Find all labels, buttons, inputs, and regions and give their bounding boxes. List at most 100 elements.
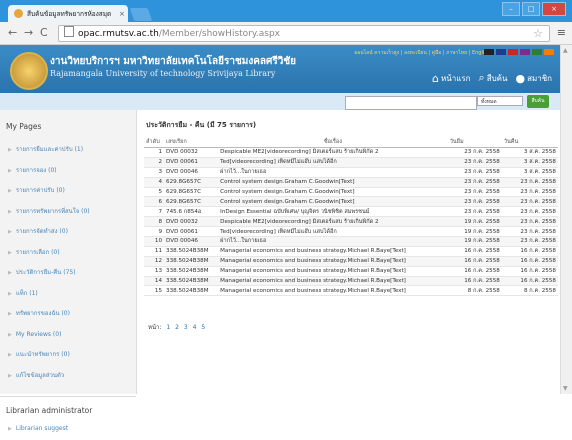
page-scrollbar[interactable]: ▲ ▼ <box>560 45 572 394</box>
sidebar-item-selected[interactable]: ▶ รายการเลือก (0) <box>0 243 136 264</box>
item-title: Control system design.Graham C.Goodwin[T… <box>218 196 448 208</box>
scroll-up-icon[interactable]: ▲ <box>563 47 568 54</box>
row-number: 9 <box>144 226 165 238</box>
page-link[interactable]: 5 <box>201 324 205 331</box>
table-row: 5 629.8G657C Control system design.Graham … <box>144 187 558 198</box>
new-tab-button[interactable] <box>129 8 153 21</box>
item-title: InDesign Essential ฉบับพิเศษ/ บุญจิตร วน… <box>218 206 448 218</box>
page-link[interactable]: 3 <box>184 324 188 331</box>
sidebar-heading-admin: Librarian administrator <box>0 396 136 419</box>
sidebar-item-reviews[interactable]: ▶ My Reviews (0) <box>0 325 136 346</box>
item-title: Control system design.Graham C.Goodwin[T… <box>218 187 448 198</box>
nav-search[interactable]: สืบค้น <box>487 72 508 85</box>
header-top-links[interactable]: ออนไลน์ ความเร็วสูง | ลงทะเบียน | คู่มือ… <box>354 49 490 57</box>
sidebar-item-label: แท็ก (1) <box>15 289 38 297</box>
site-header: งานวิทยบริการฯ มหาวิทยาลัยเทคโนโลยีราชมง… <box>0 45 560 93</box>
table-row: 12 338.5024B38M Managerial economics and b… <box>144 256 558 267</box>
item-title: Despicable ME2[videorecording] มิสเตอร์แ… <box>218 147 448 158</box>
row-number: 1 <box>144 147 165 158</box>
sidebar-item-my-resources[interactable]: ▶ ทรัพยากรของฉัน (0) <box>0 304 136 325</box>
call-number: DVD 00061 <box>164 157 219 168</box>
tab-close-icon[interactable]: × <box>119 10 125 18</box>
search-bar: ทั้งหมด สืบค้น <box>0 93 560 110</box>
sidebar-item-holds[interactable]: ▶ รายการจอง (0) <box>0 161 136 182</box>
chevron-right-icon: ▶ <box>8 147 12 153</box>
sidebar-item-orders[interactable]: ▶ รายการจัดทำส่ง (0) <box>0 222 136 243</box>
close-window-button[interactable]: × <box>542 2 566 16</box>
borrow-date: 16 ก.ค. 2558 <box>447 266 502 277</box>
table-row: 11 338.5024B38M Managerial economics and b… <box>144 246 558 257</box>
maximize-button[interactable]: □ <box>522 2 540 16</box>
chevron-right-icon: ▶ <box>8 270 12 276</box>
borrow-date: 23 ก.ค. 2558 <box>447 167 502 178</box>
return-date: 16 ก.ค. 2558 <box>501 266 558 277</box>
sidebar-item-profile[interactable]: ▶ แก้ไขข้อมูลส่วนตัว <box>0 366 136 387</box>
item-title: Ted[videorecording] เท็ดหมีไม่แอ๊บ แสบได… <box>218 157 448 168</box>
browser-toolbar: ← → C opac.rmutsv.ac.th/Member/showHisto… <box>0 22 572 45</box>
return-date: 8 ก.ค. 2558 <box>501 285 558 297</box>
row-number: 12 <box>144 256 165 267</box>
sidebar: My Pages ▶ รายการยืมและค่าปรับ (1) ▶ รายกา… <box>0 110 137 432</box>
sidebar-item-loans[interactable]: ▶ รายการยืมและค่าปรับ (1) <box>0 140 136 161</box>
sidebar-item-history[interactable]: ▶ ประวัติการยืม-คืน (75) <box>0 263 136 284</box>
search-type-select[interactable]: ทั้งหมด <box>477 96 523 106</box>
university-logo <box>10 52 48 90</box>
page-link[interactable]: 1 <box>166 324 170 331</box>
search-icon[interactable]: ⌕ <box>479 71 485 85</box>
sidebar-item-label: รายการจัดทำส่ง (0) <box>15 228 68 235</box>
table-row: 14 338.5024B38M Managerial economics and b… <box>144 276 558 287</box>
page-link[interactable]: 4 <box>193 324 197 331</box>
header-title-thai: งานวิทยบริการฯ มหาวิทยาลัยเทคโนโลยีราชมง… <box>50 56 297 67</box>
call-number: 629.8G657C <box>164 177 219 188</box>
chevron-right-icon: ▶ <box>8 167 12 174</box>
return-date: 16 ก.ค. 2558 <box>501 246 558 257</box>
sidebar-item-librarian-suggest[interactable]: ▶ Librarian suggest <box>0 419 136 440</box>
browser-tab[interactable]: สืบค้นข้อมูลทรัพยากรห้องสมุด × <box>8 5 128 22</box>
call-number: DVD 00032 <box>164 147 219 158</box>
column-header: วันยืม <box>447 137 502 148</box>
url-path: /Member/showHistory.aspx <box>158 29 281 39</box>
nav-member[interactable]: สมาชิก <box>527 72 552 85</box>
row-number: 15 <box>144 285 165 297</box>
borrow-date: 23 ก.ค. 2558 <box>447 177 502 188</box>
search-input[interactable] <box>345 96 477 110</box>
address-bar[interactable]: opac.rmutsv.ac.th/Member/showHistory.asp… <box>58 25 550 42</box>
borrow-date: 23 ก.ค. 2558 <box>447 147 502 158</box>
page-link[interactable]: 2 <box>175 324 179 331</box>
user-icon[interactable]: ● <box>515 72 525 85</box>
sidebar-item-interests[interactable]: ▶ รายการทรัพยากรที่สนใจ (0) <box>0 202 136 223</box>
return-date: 23 ก.ค. 2558 <box>501 216 558 228</box>
sidebar-item-label: รายการเลือก (0) <box>15 248 60 256</box>
forward-arrow-icon[interactable]: → <box>24 26 33 39</box>
row-number: 3 <box>144 167 165 178</box>
language-flags[interactable] <box>482 49 554 55</box>
page-title: ประวัติการยืม - คืน (มี 75 รายการ) <box>146 121 257 129</box>
back-arrow-icon[interactable]: ← <box>8 26 17 39</box>
nav-home[interactable]: หน้าแรก <box>441 72 471 85</box>
sidebar-item-fines[interactable]: ▶ รายการค่าปรับ (0) <box>0 181 136 202</box>
return-date: 23 ก.ค. 2558 <box>501 226 558 238</box>
reload-icon[interactable]: C <box>40 26 48 39</box>
row-number: 7 <box>144 206 165 218</box>
return-date: 23 ก.ค. 2558 <box>501 236 558 247</box>
call-number: DVD 00061 <box>164 226 219 238</box>
url-host: opac.rmutsv.ac.th <box>78 29 159 39</box>
return-date: 23 ก.ค. 2558 <box>501 196 558 208</box>
return-date: 23 ก.ค. 2558 <box>501 187 558 198</box>
sidebar-item-suggest[interactable]: ▶ แนะนำทรัพยากร (0) <box>0 345 136 366</box>
pager-label: หน้า: <box>148 324 162 331</box>
bookmark-star-icon[interactable]: ☆ <box>533 26 543 41</box>
site-favicon-icon <box>14 9 23 18</box>
home-icon[interactable]: ⌂ <box>432 72 439 85</box>
scroll-down-icon[interactable]: ▼ <box>563 385 568 392</box>
item-title: Managerial economics and business strate… <box>218 276 448 287</box>
menu-icon[interactable]: ≡ <box>557 26 566 39</box>
minimize-button[interactable]: – <box>502 2 520 16</box>
search-button[interactable]: สืบค้น <box>527 95 549 108</box>
borrow-date: 16 ก.ค. 2558 <box>447 256 502 267</box>
sidebar-item-label: ทรัพยากรของฉัน (0) <box>15 310 70 317</box>
item-title: Despicable ME2[videorecording] มิสเตอร์แ… <box>218 216 448 228</box>
sidebar-item-tags[interactable]: ▶ แท็ก (1) <box>0 284 136 305</box>
item-title: Managerial economics and business strate… <box>218 246 448 257</box>
sidebar-item-label: แก้ไขข้อมูลส่วนตัว <box>15 371 65 379</box>
